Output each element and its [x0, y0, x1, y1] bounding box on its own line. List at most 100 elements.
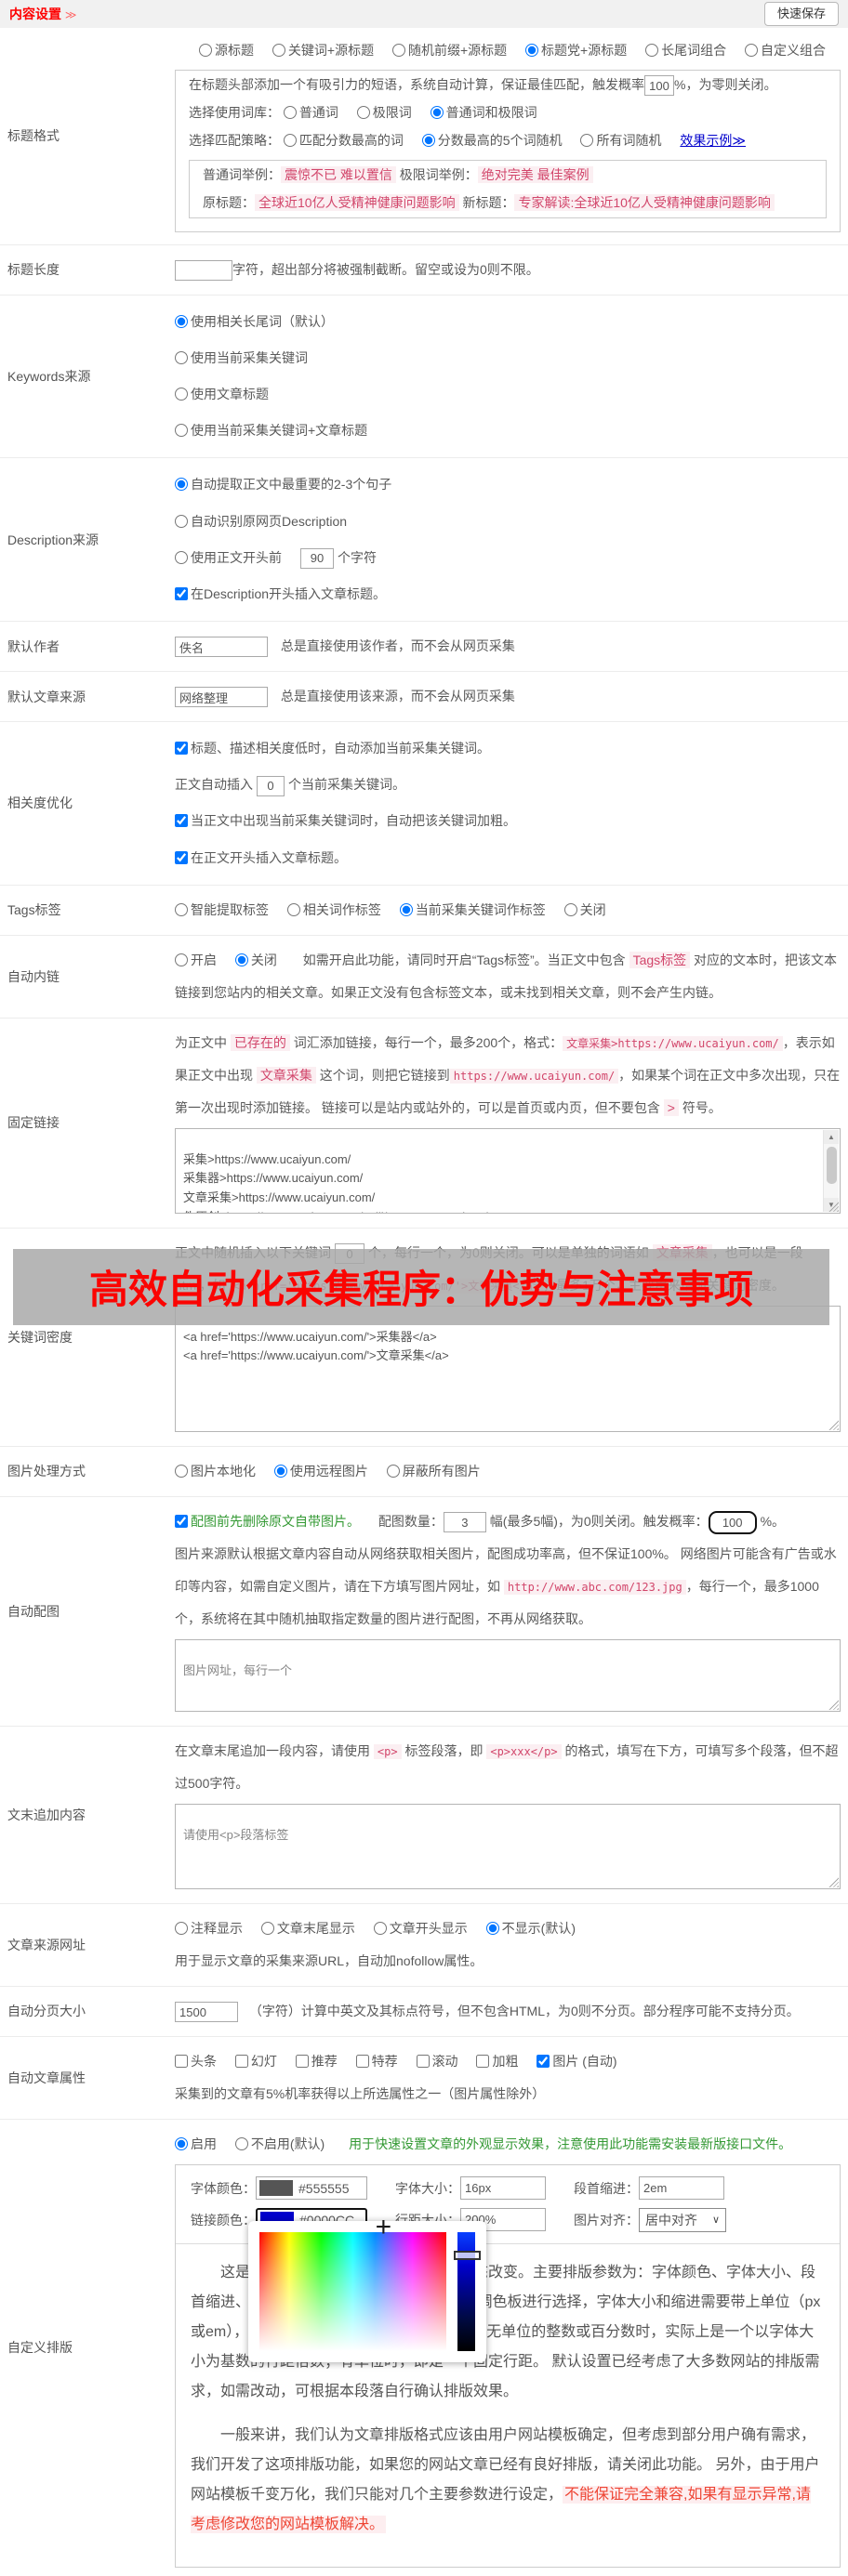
font-size-input[interactable] — [460, 2176, 546, 2201]
radio-input[interactable] — [175, 2136, 188, 2150]
page-size-input[interactable] — [175, 2002, 238, 2023]
checkbox-input[interactable] — [175, 742, 188, 756]
radio-input[interactable] — [175, 550, 188, 564]
radio-best-match[interactable]: 匹配分数最高的词 — [283, 126, 404, 154]
indent-input[interactable] — [639, 2176, 724, 2201]
font-color-picker[interactable]: #555555 — [256, 2176, 367, 2201]
radio-auto-extract-sentences[interactable]: 自动提取正文中最重要的2-3个句子 — [175, 467, 826, 503]
checkbox-bold[interactable]: 加粗 — [476, 2045, 518, 2078]
radio-all-random[interactable]: 所有词随机 — [580, 126, 661, 154]
resize-handle-icon[interactable] — [828, 1876, 839, 1887]
radio-clickbait-source-title[interactable]: 标题党+源标题 — [525, 36, 627, 64]
checkbox-input[interactable] — [175, 814, 188, 828]
trigger-prob-input[interactable] — [644, 75, 674, 97]
color-gradient-area[interactable]: + — [259, 2213, 446, 2351]
insert-keywords-count-input[interactable] — [257, 775, 285, 796]
resize-handle-icon[interactable] — [828, 1699, 839, 1710]
radio-tags-off[interactable]: 关闭 — [563, 894, 606, 927]
checkbox-bold-keywords[interactable]: 当正文中出现当前采集关键词时，自动把该关键词加粗。 — [175, 803, 826, 839]
append-content-textarea[interactable]: 请使用<p>段落标签 — [175, 1803, 841, 1889]
checkbox-slideshow[interactable]: 幻灯 — [234, 2045, 277, 2078]
radio-input[interactable] — [175, 953, 188, 966]
checkbox-input[interactable] — [175, 2054, 188, 2068]
checkbox-special[interactable]: 特荐 — [355, 2045, 398, 2078]
radio-related-longtail[interactable]: 使用相关长尾词（默认） — [175, 304, 826, 340]
radio-current-keywords[interactable]: 使用当前采集关键词 — [175, 340, 826, 376]
radio-innerlink-on[interactable]: 开启 — [175, 944, 217, 977]
radio-input[interactable] — [199, 44, 212, 57]
color-picker-popup[interactable]: + — [248, 2213, 486, 2362]
radio-input[interactable] — [175, 387, 188, 401]
radio-input[interactable] — [175, 1921, 188, 1935]
radio-input[interactable] — [272, 44, 285, 57]
pic-count-input[interactable] — [443, 1512, 486, 1533]
radio-input[interactable] — [286, 902, 300, 916]
checkbox-input[interactable] — [234, 2054, 248, 2068]
radio-remote-images[interactable]: 使用远程图片 — [273, 1455, 368, 1488]
radio-layout-disable[interactable]: 不启用(默认) — [234, 2128, 325, 2161]
radio-input[interactable] — [745, 44, 759, 57]
radio-related-tags[interactable]: 相关词作标签 — [286, 894, 381, 927]
radio-smart-tags[interactable]: 智能提取标签 — [175, 894, 269, 927]
scroll-thumb[interactable] — [826, 1146, 837, 1184]
radio-custom-combo[interactable]: 自定义组合 — [745, 36, 826, 64]
radio-input[interactable] — [175, 424, 188, 438]
checkbox-input[interactable] — [416, 2054, 430, 2068]
checkbox-input[interactable] — [537, 2054, 550, 2068]
checkbox-recommend[interactable]: 推荐 — [295, 2045, 338, 2078]
color-value-bar[interactable] — [454, 2231, 481, 2351]
radio-input[interactable] — [373, 1921, 387, 1935]
radio-input[interactable] — [386, 1464, 400, 1478]
radio-input[interactable] — [563, 902, 577, 916]
radio-keyword-source-title[interactable]: 关键词+源标题 — [272, 36, 374, 64]
radio-both-words[interactable]: 普通词和极限词 — [430, 99, 537, 126]
radio-input[interactable] — [430, 106, 444, 120]
radio-input[interactable] — [356, 106, 370, 120]
radio-layout-enable[interactable]: 启用 — [175, 2128, 217, 2161]
radio-block-images[interactable]: 屏蔽所有图片 — [386, 1455, 481, 1488]
radio-input[interactable] — [234, 2136, 248, 2150]
radio-longtail-combo[interactable]: 长尾词组合 — [645, 36, 726, 64]
radio-innerlink-off[interactable]: 关闭 — [234, 944, 277, 977]
radio-input[interactable] — [525, 44, 539, 57]
radio-start-display[interactable]: 文章开头显示 — [373, 1912, 468, 1945]
radio-original-description[interactable]: 自动识别原网页Description — [175, 504, 826, 540]
radio-input[interactable] — [421, 134, 435, 148]
desc-chars-input[interactable] — [300, 547, 334, 569]
radio-input[interactable] — [175, 350, 188, 364]
checkbox-scroll[interactable]: 滚动 — [416, 2045, 458, 2078]
checkbox-insert-title-description[interactable]: 在Description开头插入文章标题。 — [175, 576, 826, 612]
radio-input[interactable] — [399, 902, 413, 916]
checkbox-input[interactable] — [175, 850, 188, 864]
radio-input[interactable] — [580, 134, 594, 148]
default-author-input[interactable] — [175, 637, 268, 658]
radio-input[interactable] — [485, 1921, 499, 1935]
radio-input[interactable] — [175, 1464, 188, 1478]
radio-input[interactable] — [234, 953, 248, 966]
radio-input[interactable] — [175, 514, 188, 528]
resize-handle-icon[interactable] — [828, 1419, 839, 1430]
radio-input[interactable] — [273, 1464, 287, 1478]
effect-demo-link[interactable]: 效果示例≫ — [680, 133, 746, 148]
pic-prob-input[interactable] — [708, 1510, 757, 1534]
radio-comment-display[interactable]: 注释显示 — [175, 1912, 243, 1945]
checkbox-add-keywords-low-relevance[interactable]: 标题、描述相关度低时，自动添加当前采集关键词。 — [175, 730, 826, 767]
radio-input[interactable] — [283, 134, 297, 148]
checkbox-input[interactable] — [175, 586, 188, 600]
scroll-up-icon[interactable]: ▲ — [824, 1129, 839, 1144]
quick-save-button[interactable]: 快速保存 — [763, 1, 839, 27]
checkbox-input[interactable] — [476, 2054, 490, 2068]
default-source-input[interactable] — [175, 687, 268, 708]
scrollbar[interactable]: ▲ ▼ — [823, 1129, 839, 1212]
checkbox-remove-original-images[interactable]: 配图前先删除原文自带图片。 — [175, 1505, 360, 1538]
radio-source-title[interactable]: 源标题 — [199, 36, 254, 64]
radio-no-display[interactable]: 不显示(默认) — [485, 1912, 576, 1945]
checkbox-image-auto[interactable]: 图片 (自动) — [537, 2045, 617, 2078]
radio-article-title[interactable]: 使用文章标题 — [175, 376, 826, 413]
checkbox-headline[interactable]: 头条 — [175, 2045, 217, 2078]
radio-localize-images[interactable]: 图片本地化 — [175, 1455, 256, 1488]
radio-input[interactable] — [645, 44, 659, 57]
radio-keyword-tags[interactable]: 当前采集关键词作标签 — [399, 894, 546, 927]
image-urls-textarea[interactable]: 图片网址，每行一个 — [175, 1638, 841, 1712]
radio-input[interactable] — [175, 478, 188, 492]
